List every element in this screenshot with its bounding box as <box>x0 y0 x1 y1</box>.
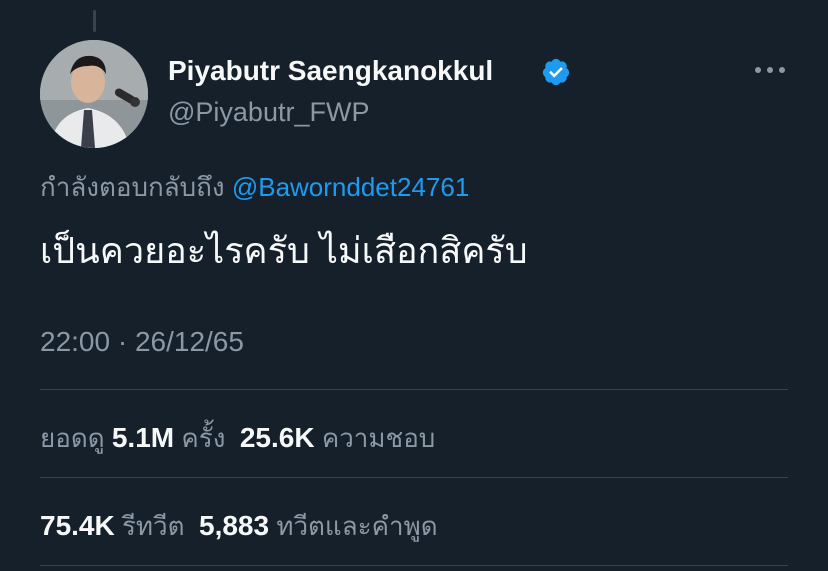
replying-to: กำลังตอบกลับถึง @Bawornddet24761 <box>40 167 469 208</box>
retweets-quotes-row: 75.4K รีทวีต 5,883 ทวีตและคำพูด <box>40 506 438 547</box>
views-count: 5.1M <box>111 422 175 453</box>
tweet-timestamp[interactable]: 22:00 · 26/12/65 <box>40 326 244 358</box>
divider <box>40 477 788 478</box>
divider <box>40 389 788 390</box>
divider <box>40 565 788 566</box>
views-likes-row: ยอดดู 5.1M ครั้ง 25.6K ความชอบ <box>40 418 435 459</box>
avatar-photo <box>40 40 148 148</box>
views-unit: ครั้ง <box>181 423 226 453</box>
likes-label[interactable]: ความชอบ <box>322 423 436 453</box>
reply-mention-link[interactable]: @Bawornddet24761 <box>232 172 469 202</box>
quotes-label[interactable]: ทวีตและคำพูด <box>276 511 437 541</box>
avatar[interactable] <box>40 40 148 148</box>
tweet-text: เป็นควยอะไรครับ ไม่เสือกสิครับ <box>40 230 528 271</box>
more-options-icon[interactable] <box>752 60 788 80</box>
likes-count[interactable]: 25.6K <box>240 422 315 453</box>
author-handle[interactable]: @Piyabutr_FWP <box>168 97 369 128</box>
verified-badge-icon <box>542 58 570 86</box>
views-label: ยอดดู <box>40 423 105 453</box>
quotes-count[interactable]: 5,883 <box>199 510 269 541</box>
retweets-count[interactable]: 75.4K <box>40 510 115 541</box>
thread-connector-line <box>93 10 96 32</box>
retweets-label[interactable]: รีทวีต <box>122 511 185 541</box>
replying-to-label: กำลังตอบกลับถึง <box>40 172 225 202</box>
author-display-name[interactable]: Piyabutr Saengkanokkul <box>168 55 493 87</box>
